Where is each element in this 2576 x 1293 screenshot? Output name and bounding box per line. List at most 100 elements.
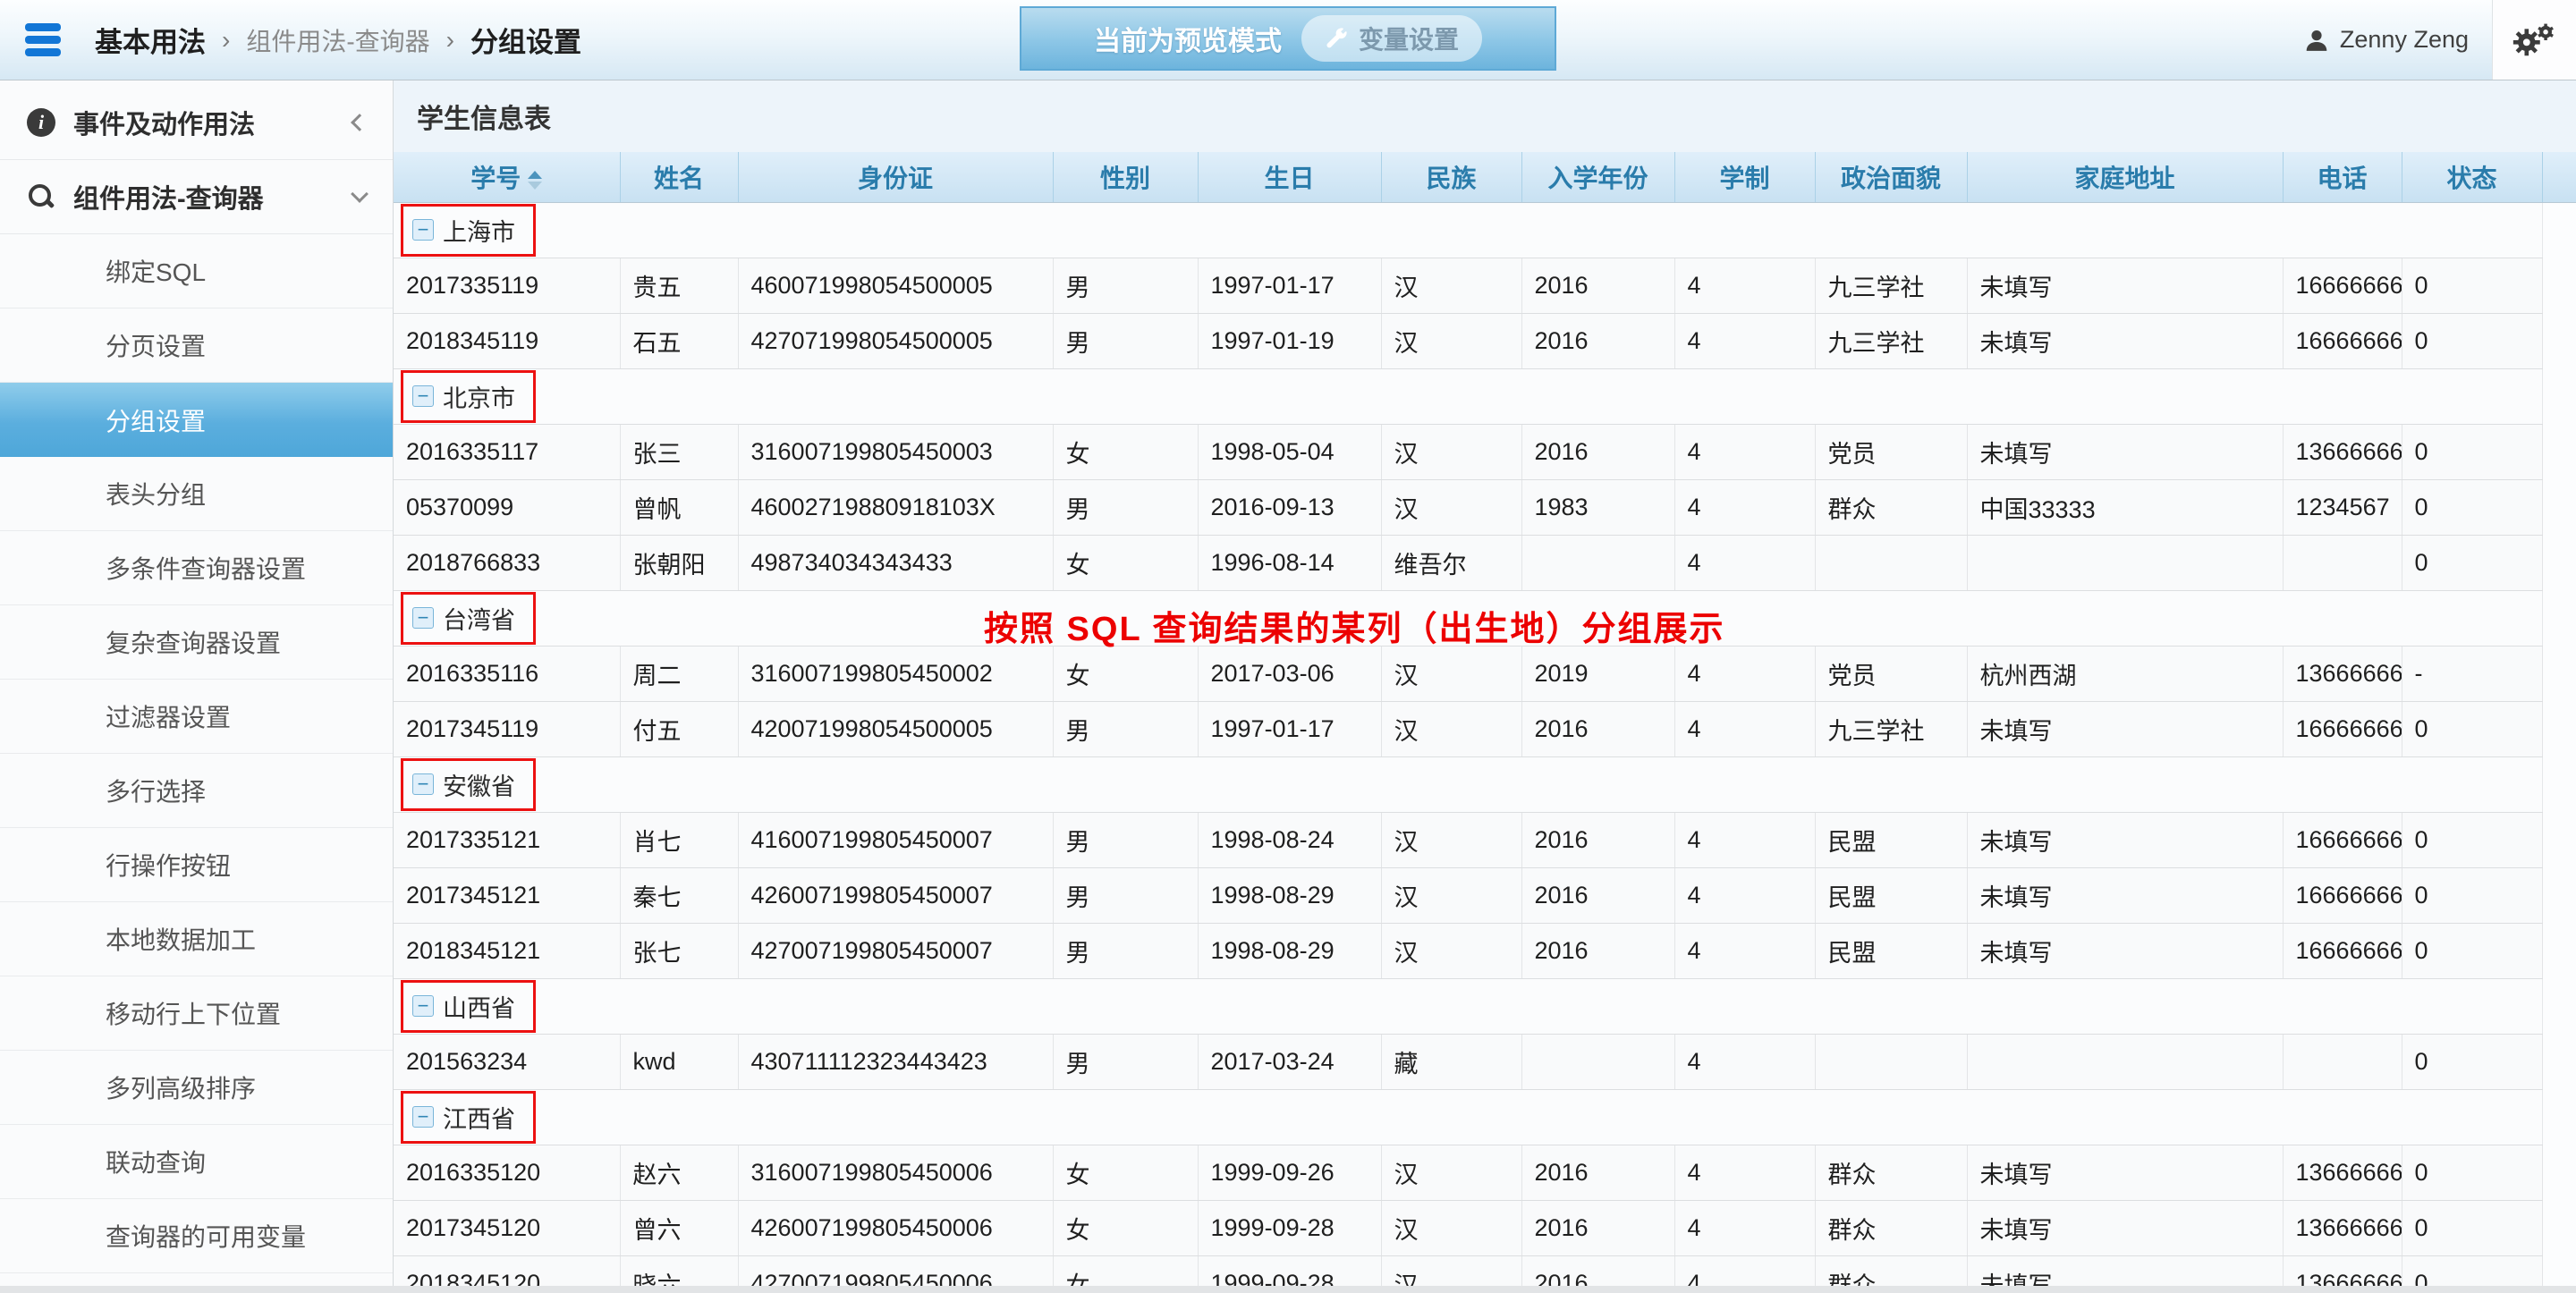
table-cell: 石五 <box>620 313 738 368</box>
column-header[interactable]: 性别 <box>1053 152 1198 202</box>
table-cell: 男 <box>1053 812 1198 867</box>
table-cell: 维吾尔 <box>1381 535 1521 590</box>
table-cell: 2016335116 <box>394 646 620 701</box>
column-header[interactable]: 家庭地址 <box>1967 152 2283 202</box>
table-cell: 藏 <box>1381 1034 1521 1089</box>
table-row[interactable]: 2017345121秦七426007199805450007男1998-08-2… <box>394 867 2576 923</box>
sidebar-item[interactable]: 绑定SQL <box>0 234 393 308</box>
table-cell: 未填写 <box>1967 812 2283 867</box>
table-cell: 周二 <box>620 646 738 701</box>
sidebar-item-label: 移动行上下位置 <box>106 995 281 1031</box>
table-cell: 427071998054500005 <box>738 313 1053 368</box>
table-cell: 1998-08-29 <box>1198 923 1381 978</box>
collapse-group-icon[interactable] <box>412 995 434 1017</box>
table-cell: 女 <box>1053 646 1198 701</box>
breadcrumb-section[interactable]: 组件用法-查询器 <box>246 22 429 58</box>
table-row[interactable]: 05370099曾帆46002719880918103X男2016-09-13汉… <box>394 479 2576 535</box>
collapse-group-icon[interactable] <box>412 607 434 629</box>
table-cell: 群众 <box>1815 1145 1967 1200</box>
group-row: 山西省 <box>394 978 2576 1034</box>
table-cell: 2016 <box>1521 812 1674 867</box>
table-title-bar: 学生信息表 <box>394 80 2576 152</box>
sidebar-item[interactable]: 查询器的可用变量 <box>0 1199 393 1273</box>
column-header[interactable]: 电话 <box>2283 152 2402 202</box>
scrollbar-gutter <box>2542 313 2576 368</box>
column-header[interactable]: 生日 <box>1198 152 1381 202</box>
sidebar-item[interactable]: 多条件查询器设置 <box>0 531 393 605</box>
sidebar-item[interactable]: 分页设置 <box>0 308 393 383</box>
user-menu[interactable]: Zenny Zeng <box>2304 26 2469 54</box>
table-cell: 426007199805450006 <box>738 1200 1053 1255</box>
sidebar-item[interactable]: 多列高级排序 <box>0 1051 393 1125</box>
table-cell: 2019 <box>1521 646 1674 701</box>
table-cell: 0 <box>2402 479 2542 535</box>
sidebar-section-events[interactable]: 事件及动作用法 <box>0 86 393 160</box>
sort-carets-icon[interactable] <box>528 171 542 190</box>
sidebar-item-label: 多行选择 <box>106 773 206 808</box>
sidebar-item[interactable]: 过滤器设置 <box>0 680 393 754</box>
table-row[interactable]: 2018766833张朝阳498734034343433女1996-08-14维… <box>394 535 2576 590</box>
table-row[interactable]: 2016335116周二316007199805450002女2017-03-0… <box>394 646 2576 701</box>
column-header[interactable]: 学制 <box>1674 152 1815 202</box>
table-cell <box>1967 1034 2283 1089</box>
table-cell: 2017335119 <box>394 258 620 313</box>
collapse-group-icon[interactable] <box>412 219 434 241</box>
search-icon <box>27 182 55 211</box>
table-row[interactable]: 2017345120曾六426007199805450006女1999-09-2… <box>394 1200 2576 1255</box>
breadcrumb-separator: › <box>222 26 230 55</box>
breadcrumb: 基本用法 › 组件用法-查询器 › 分组设置 <box>95 20 581 60</box>
column-header[interactable]: 政治面貌 <box>1815 152 1967 202</box>
table-cell: 4 <box>1674 646 1815 701</box>
column-header[interactable]: 身份证 <box>738 152 1053 202</box>
table-cell: 2016335117 <box>394 424 620 479</box>
sidebar-item[interactable]: 表头分组 <box>0 457 393 531</box>
table-row[interactable]: 2016335117张三316007199805450003女1998-05-0… <box>394 424 2576 479</box>
column-header[interactable]: 学号 <box>394 152 620 202</box>
settings-button[interactable] <box>2492 0 2576 80</box>
table-row[interactable]: 2017335119贵五460071998054500005男1997-01-1… <box>394 258 2576 313</box>
group-annotation-box: 江西省 <box>401 1091 536 1144</box>
sidebar-item[interactable]: 分组设置 <box>0 383 393 457</box>
sidebar: 事件及动作用法 组件用法-查询器 绑定SQL分页设置分组设置表头分组多条件查询器… <box>0 80 394 1293</box>
column-header[interactable]: 入学年份 <box>1521 152 1674 202</box>
sidebar-item[interactable]: 本地数据加工 <box>0 902 393 976</box>
hamburger-menu-icon[interactable] <box>25 23 61 56</box>
sidebar-item-label: 查询器的可用变量 <box>106 1218 306 1254</box>
table-cell: 4 <box>1674 424 1815 479</box>
table-row[interactable]: 2018345119石五427071998054500005男1997-01-1… <box>394 313 2576 368</box>
sidebar-item[interactable]: 行操作按钮 <box>0 828 393 902</box>
sidebar-section-query[interactable]: 组件用法-查询器 <box>0 160 393 234</box>
collapse-group-icon[interactable] <box>412 773 434 795</box>
table-cell: 未填写 <box>1967 1145 2283 1200</box>
table-row[interactable]: 2017345119付五420071998054500005男1997-01-1… <box>394 701 2576 756</box>
sidebar-item[interactable]: 移动行上下位置 <box>0 976 393 1051</box>
table-cell: 2017-03-06 <box>1198 646 1381 701</box>
table-row[interactable]: 2016335120赵六316007199805450006女1999-09-2… <box>394 1145 2576 1200</box>
table-row[interactable]: 2018345121张七427007199805450007男1998-08-2… <box>394 923 2576 978</box>
table-cell: 1997-01-17 <box>1198 701 1381 756</box>
sidebar-item[interactable]: 多行选择 <box>0 754 393 828</box>
sidebar-item[interactable]: 联动查询 <box>0 1125 393 1199</box>
table-cell <box>2283 535 2402 590</box>
table-cell: 2016335120 <box>394 1145 620 1200</box>
sidebar-item[interactable]: 复杂查询器设置 <box>0 605 393 680</box>
collapse-group-icon[interactable] <box>412 385 434 407</box>
sidebar-item-label: 本地数据加工 <box>106 921 256 957</box>
user-name: Zenny Zeng <box>2340 26 2469 54</box>
breadcrumb-root[interactable]: 基本用法 <box>95 20 206 60</box>
table-cell: 2016 <box>1521 258 1674 313</box>
table-row[interactable]: 2017335121肖七416007199805450007男1998-08-2… <box>394 812 2576 867</box>
table-cell: 曾帆 <box>620 479 738 535</box>
horizontal-scrollbar[interactable] <box>0 1286 2576 1293</box>
column-header[interactable]: 姓名 <box>620 152 738 202</box>
sidebar-item-label: 多条件查询器设置 <box>106 550 306 586</box>
column-header[interactable]: 状态 <box>2402 152 2542 202</box>
column-header[interactable]: 民族 <box>1381 152 1521 202</box>
table-cell: 4 <box>1674 812 1815 867</box>
table-row[interactable]: 201563234kwd430711112323443423男2017-03-2… <box>394 1034 2576 1089</box>
column-header-label: 学号 <box>470 165 521 192</box>
variable-settings-button[interactable]: 变量设置 <box>1301 15 1482 62</box>
table-cell: 05370099 <box>394 479 620 535</box>
table-cell: 民盟 <box>1815 812 1967 867</box>
collapse-group-icon[interactable] <box>412 1106 434 1128</box>
